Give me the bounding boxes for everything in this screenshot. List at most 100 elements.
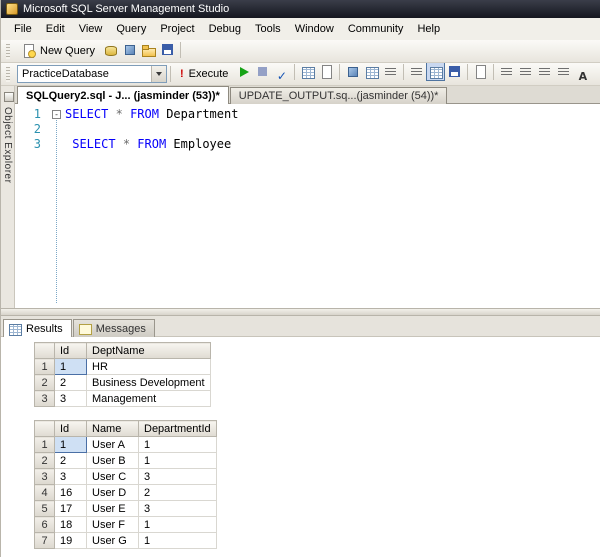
cell[interactable]: User A xyxy=(86,436,139,453)
display-estimated-plan-icon[interactable] xyxy=(298,63,317,81)
menu-community[interactable]: Community xyxy=(341,19,411,39)
cell[interactable]: 3 xyxy=(54,468,87,485)
row-number[interactable]: 1 xyxy=(34,436,55,453)
column-header-id[interactable]: Id xyxy=(54,342,87,359)
column-header-deptname[interactable]: DeptName xyxy=(86,342,211,359)
new-query-button[interactable]: New Query xyxy=(15,41,101,61)
uncomment-icon[interactable] xyxy=(516,63,535,81)
menu-edit[interactable]: Edit xyxy=(39,19,72,39)
include-client-statistics-icon[interactable] xyxy=(381,63,400,81)
cell[interactable]: Business Development xyxy=(86,374,211,391)
comment-out-icon[interactable] xyxy=(497,63,516,81)
row-number[interactable]: 7 xyxy=(34,532,55,549)
open-file-icon[interactable] xyxy=(139,41,158,60)
row-number[interactable]: 3 xyxy=(34,468,55,485)
row-number[interactable]: 6 xyxy=(34,516,55,533)
available-databases-combobox[interactable]: PracticeDatabase xyxy=(17,65,167,83)
cell[interactable]: 18 xyxy=(54,516,87,533)
cell[interactable]: 1 xyxy=(138,516,217,533)
menu-help[interactable]: Help xyxy=(410,19,447,39)
results-to-grid-icon[interactable] xyxy=(426,63,446,81)
analysis-services-query-icon[interactable] xyxy=(120,41,139,60)
menu-query[interactable]: Query xyxy=(109,19,153,39)
table-row: 3 3 User C3 xyxy=(34,468,217,485)
pane-splitter[interactable] xyxy=(1,308,600,316)
row-number[interactable]: 2 xyxy=(34,452,55,469)
tab-results[interactable]: Results xyxy=(3,319,72,337)
cell[interactable]: 2 xyxy=(54,374,87,391)
results-to-file-icon[interactable] xyxy=(445,63,464,81)
increase-indent-icon[interactable] xyxy=(554,63,573,81)
cell[interactable]: 1 xyxy=(54,358,87,375)
cell[interactable]: User D xyxy=(86,484,139,501)
sql-editor[interactable]: - 123 SELECT * FROM Department SELECT * … xyxy=(15,104,600,308)
code-line[interactable] xyxy=(65,122,600,137)
header-row: Id Name DepartmentId xyxy=(34,420,217,437)
table-row: 4 16 User D2 xyxy=(34,484,217,501)
cell[interactable]: 1 xyxy=(138,436,217,453)
query-options-icon[interactable] xyxy=(317,63,336,81)
menu-project[interactable]: Project xyxy=(153,19,201,39)
cell[interactable]: 3 xyxy=(54,390,87,407)
menu-window[interactable]: Window xyxy=(288,19,341,39)
cell[interactable]: 2 xyxy=(138,484,217,501)
object-explorer-tab[interactable]: Object Explorer xyxy=(2,107,13,183)
row-number[interactable]: 5 xyxy=(34,500,55,517)
toolbar-gripper[interactable] xyxy=(6,43,10,59)
cell[interactable]: User C xyxy=(86,468,139,485)
menu-tools[interactable]: Tools xyxy=(248,19,288,39)
font-icon[interactable]: A xyxy=(573,67,592,85)
column-header-name[interactable]: Name xyxy=(86,420,139,437)
code-line[interactable]: SELECT * FROM Employee xyxy=(65,137,600,152)
code-area[interactable]: SELECT * FROM Department SELECT * FROM E… xyxy=(49,104,600,308)
cell[interactable]: 1 xyxy=(54,436,87,453)
cell[interactable]: 2 xyxy=(54,452,87,469)
outline-collapse-icon[interactable]: - xyxy=(52,110,61,119)
cell[interactable]: HR xyxy=(86,358,211,375)
cell[interactable]: 3 xyxy=(138,468,217,485)
row-number[interactable]: 4 xyxy=(34,484,55,501)
cell[interactable]: User G xyxy=(86,532,139,549)
cell[interactable]: User B xyxy=(86,452,139,469)
cell[interactable]: User F xyxy=(86,516,139,533)
results-to-text-icon[interactable] xyxy=(407,63,426,81)
cell[interactable]: 1 xyxy=(138,452,217,469)
cell[interactable]: 16 xyxy=(54,484,87,501)
parse-icon[interactable]: ✓ xyxy=(272,66,291,85)
table-row: 3 3 Management xyxy=(34,390,211,407)
cell[interactable]: 3 xyxy=(138,500,217,517)
column-header-id[interactable]: Id xyxy=(54,420,87,437)
cancel-query-icon[interactable] xyxy=(253,63,272,81)
cell[interactable]: 19 xyxy=(54,532,87,549)
corner-cell[interactable] xyxy=(34,342,55,359)
menu-file[interactable]: File xyxy=(7,19,39,39)
document-tab-strip: SQLQuery2.sql - J... (jasminder (53))* UP… xyxy=(15,86,600,104)
sqlcmd-mode-icon[interactable] xyxy=(471,63,490,81)
save-icon[interactable] xyxy=(158,41,177,60)
row-number[interactable]: 3 xyxy=(34,390,55,407)
execute-button[interactable]: ! Execute xyxy=(174,64,234,84)
intellisense-enabled-icon[interactable] xyxy=(343,63,362,81)
column-header-departmentid[interactable]: DepartmentId xyxy=(138,420,217,437)
row-number[interactable]: 2 xyxy=(34,374,55,391)
toolbar-gripper[interactable] xyxy=(6,66,10,82)
menu-view[interactable]: View xyxy=(72,19,110,39)
include-actual-plan-icon[interactable] xyxy=(362,63,381,81)
document-tab[interactable]: SQLQuery2.sql - J... (jasminder (53))* xyxy=(17,86,229,104)
code-line[interactable]: SELECT * FROM Department xyxy=(65,107,600,122)
cell[interactable]: 17 xyxy=(54,500,87,517)
cell[interactable]: User E xyxy=(86,500,139,517)
cell[interactable]: 1 xyxy=(138,532,217,549)
document-tab[interactable]: UPDATE_OUTPUT.sq...(jasminder (54))* xyxy=(229,87,448,104)
menu-debug[interactable]: Debug xyxy=(202,19,248,39)
tab-messages[interactable]: Messages xyxy=(72,319,155,337)
object-explorer-icon xyxy=(1,89,15,105)
dropdown-arrow-icon[interactable] xyxy=(151,66,166,82)
decrease-indent-icon[interactable] xyxy=(535,63,554,81)
cell[interactable]: Management xyxy=(86,390,211,407)
debug-icon[interactable] xyxy=(234,63,253,81)
decrease-indent-icon xyxy=(537,64,553,80)
corner-cell[interactable] xyxy=(34,420,55,437)
database-engine-query-icon[interactable] xyxy=(101,41,120,60)
row-number[interactable]: 1 xyxy=(34,358,55,375)
